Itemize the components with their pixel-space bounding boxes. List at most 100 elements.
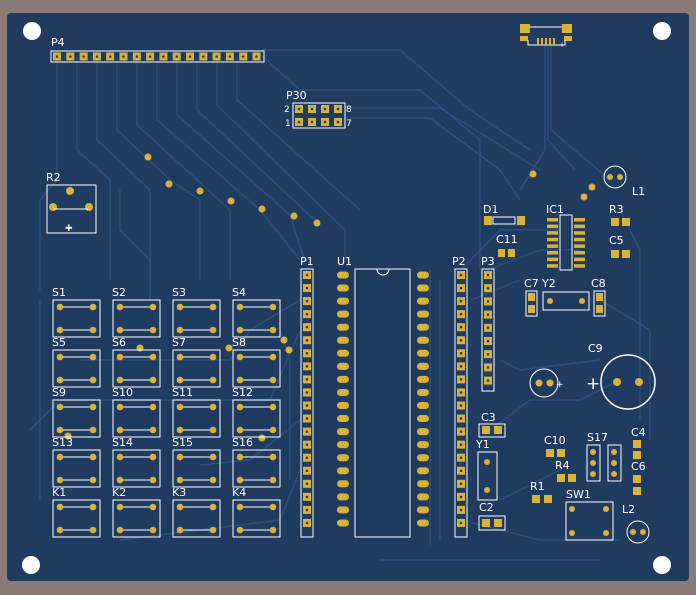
p2-pin-hole [459,391,463,394]
switch-pad [236,503,244,511]
p30-pin2-label: 2 [284,105,290,115]
p2-pin-hole [459,378,463,381]
usb-plus-label: + [559,41,565,49]
switch-pad [149,376,157,384]
switch-pad [116,303,124,311]
p2-pin-hole [459,456,463,460]
u1-pin [417,284,429,292]
r4-pad [557,474,565,482]
switch-pad [89,326,97,334]
switch-pad [149,476,157,484]
switch-pad [116,453,124,461]
d1-pad [484,216,492,225]
p1-pin-hole [305,521,309,525]
c9-pad [635,378,643,386]
via [258,434,266,442]
small-cap-plus-label: + [556,380,564,390]
switch-pad [176,526,184,534]
p30-pin7-label: 7 [346,119,352,129]
p4-pin-hole [55,55,59,58]
switch-pad [89,476,97,484]
p3-pin-hole [486,273,490,277]
switch-label: K2 [112,486,126,499]
ic1-pin [547,224,558,229]
ic1-pin [547,251,558,255]
c2-label: C2 [479,501,494,514]
sw1-label: SW1 [566,488,591,501]
p1-pin-hole [305,299,309,303]
switch-pad [89,353,97,361]
switch-pad [176,353,184,361]
switch-label: S15 [172,436,193,449]
switch-label: S6 [112,336,126,349]
p30-pin-hole [297,120,301,124]
c9-pad [613,378,621,386]
p2-pin-hole [459,521,463,525]
switch-pad [236,376,244,384]
p30-pin-hole [323,107,327,111]
switch-pad [269,376,277,384]
c7-label: C7 [524,277,539,290]
u1-pin [417,336,429,344]
via [196,187,204,195]
l1-label: L1 [632,185,645,198]
u1-pin [337,493,349,501]
p4-pin-hole [148,55,152,58]
switch-pad [269,353,277,361]
switch-pad [56,503,64,511]
p3-label: P3 [481,255,495,268]
c11-pad [498,249,505,257]
switch-pad [56,353,64,361]
switch-pad [269,476,277,484]
c3-pad [482,426,490,434]
switch-pad [56,326,64,334]
c2-pad [482,519,490,527]
c6-pad [633,487,641,495]
p1-label: P1 [300,255,314,268]
p1-pin-hole [305,456,309,460]
p4-pin-hole [162,55,165,58]
p4-pin-hole [188,55,192,58]
p30-pin-hole [336,107,340,111]
c9-label: C9 [588,342,603,355]
c5-pad [611,250,619,258]
p1-pin-hole [305,365,309,368]
r2-pad-top [66,187,74,195]
c9-plus-label: + [586,374,600,394]
switch-pad [116,353,124,361]
ic1-pin [574,257,585,262]
usb-pad-right [562,24,572,33]
ic1-pin [574,231,585,235]
u1-pin [417,493,429,501]
r3-pad [622,218,630,226]
switch-pad [176,476,184,484]
switch-label: S12 [232,386,253,399]
mounting-hole-tl [23,22,41,40]
c10-pad [546,449,554,457]
p1-pin-hole [305,417,309,420]
u1-pin [417,362,429,370]
u1-pin [417,402,429,409]
c8-pad [596,305,603,313]
p1-pin-hole [305,430,309,433]
switch-label: K1 [52,486,66,499]
c10-label: C10 [544,434,566,447]
y1-pad [484,487,490,493]
p4-pin-hole [215,55,218,58]
switch-pad [116,426,124,434]
u1-pin [417,388,429,396]
p4-pin-hole [175,55,178,58]
r2-pad-right [85,203,93,211]
u1-pin [337,362,349,370]
p1-pin-hole [305,312,309,316]
c8-pad [596,293,603,301]
c10-pad [557,449,565,457]
switch-pad [56,303,64,311]
p4-pin-hole [228,55,232,58]
y2-pad [579,298,585,304]
p2-pin-hole [459,430,463,433]
p2-pin-hole [459,482,463,486]
u1-pin [337,323,349,331]
switch-pad [56,426,64,434]
p1-pin-hole [305,443,309,446]
